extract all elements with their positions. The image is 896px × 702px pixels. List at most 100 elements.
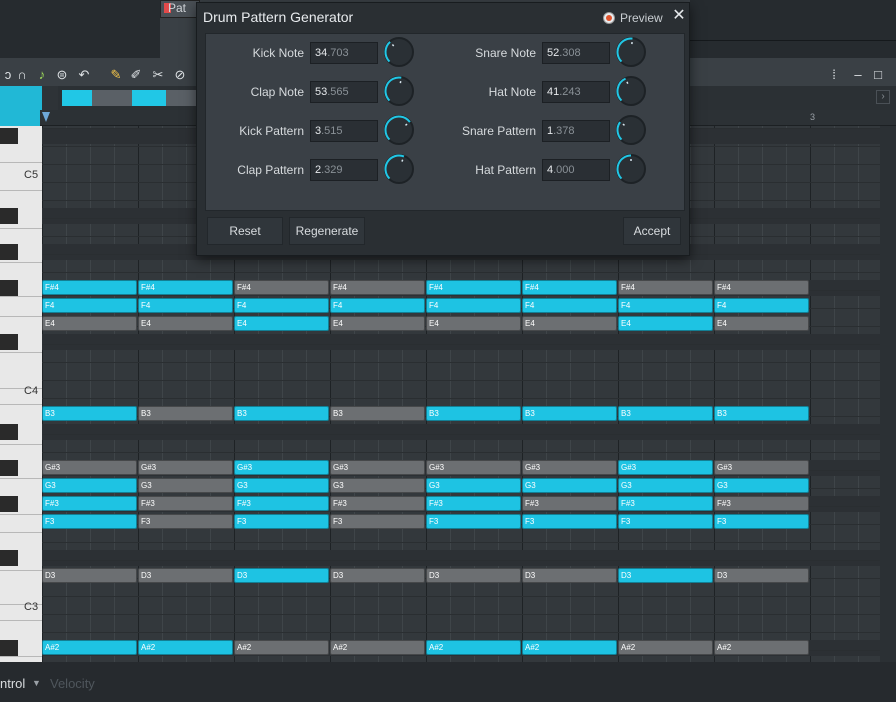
note-block[interactable]: G#3 (426, 460, 521, 475)
chevron-down-icon[interactable]: ▼ (32, 678, 41, 688)
note-block[interactable]: D3 (138, 568, 233, 583)
note-block[interactable]: F3 (234, 514, 329, 529)
note-block[interactable]: F4 (138, 298, 233, 313)
note-block[interactable]: D3 (714, 568, 809, 583)
param-knob[interactable] (616, 76, 646, 106)
note-block[interactable]: F4 (426, 298, 521, 313)
regenerate-button[interactable]: Regenerate (289, 217, 365, 245)
pencil-icon[interactable]: ✎ (108, 67, 124, 83)
note-block[interactable]: F3 (426, 514, 521, 529)
preview-toggle-icon[interactable] (603, 12, 615, 24)
note-block[interactable]: G#3 (234, 460, 329, 475)
note-icon[interactable]: ♪ (34, 67, 50, 83)
param-value-field[interactable]: 4.000 (542, 159, 610, 181)
param-value-field[interactable]: 2.329 (310, 159, 378, 181)
note-block[interactable]: F4 (330, 298, 425, 313)
menu-circle-icon[interactable]: ⊜ (54, 67, 70, 83)
note-block[interactable]: B3 (522, 406, 617, 421)
param-value-field[interactable]: 53.565 (310, 81, 378, 103)
note-block[interactable]: D3 (618, 568, 713, 583)
param-value-field[interactable]: 3.515 (310, 120, 378, 142)
param-value-field[interactable]: 34.703 (310, 42, 378, 64)
note-block[interactable]: F3 (522, 514, 617, 529)
black-key[interactable] (0, 424, 18, 440)
param-knob[interactable] (616, 115, 646, 145)
note-block[interactable]: F#4 (138, 280, 233, 295)
param-knob[interactable] (616, 154, 646, 184)
note-block[interactable]: G3 (522, 478, 617, 493)
note-block[interactable]: F3 (330, 514, 425, 529)
note-block[interactable]: F4 (234, 298, 329, 313)
note-block[interactable]: F#3 (426, 496, 521, 511)
note-block[interactable]: F3 (618, 514, 713, 529)
note-block[interactable]: F#4 (426, 280, 521, 295)
note-block[interactable]: G3 (138, 478, 233, 493)
note-block[interactable]: E4 (714, 316, 809, 331)
note-block[interactable]: B3 (138, 406, 233, 421)
pattern-overview[interactable] (58, 86, 198, 110)
note-block[interactable]: F#4 (42, 280, 137, 295)
mute-icon[interactable]: ⊘ (172, 67, 188, 83)
note-block[interactable]: A#2 (330, 640, 425, 655)
black-key[interactable] (0, 244, 18, 260)
note-block[interactable]: A#2 (618, 640, 713, 655)
black-key[interactable] (0, 280, 18, 296)
note-block[interactable]: F4 (618, 298, 713, 313)
piano-keyboard[interactable]: C5 C4 C3 (0, 126, 42, 662)
note-block[interactable]: F#3 (330, 496, 425, 511)
note-block[interactable]: F#3 (522, 496, 617, 511)
note-block[interactable]: A#2 (138, 640, 233, 655)
note-block[interactable]: F#3 (42, 496, 137, 511)
maximize-icon[interactable]: □ (870, 67, 886, 83)
param-knob[interactable] (384, 76, 414, 106)
note-block[interactable]: A#2 (426, 640, 521, 655)
playhead-marker-icon[interactable] (42, 112, 50, 122)
note-block[interactable]: D3 (42, 568, 137, 583)
magnet-icon[interactable]: ∩ (14, 67, 30, 83)
param-knob[interactable] (384, 154, 414, 184)
scroll-right-icon[interactable]: › (876, 90, 890, 104)
note-block[interactable]: D3 (522, 568, 617, 583)
note-block[interactable]: F4 (522, 298, 617, 313)
black-key[interactable] (0, 128, 18, 144)
note-block[interactable]: D3 (330, 568, 425, 583)
black-key[interactable] (0, 640, 18, 656)
note-block[interactable]: E4 (330, 316, 425, 331)
reset-button[interactable]: Reset (207, 217, 283, 245)
note-block[interactable]: F#4 (234, 280, 329, 295)
note-block[interactable]: G3 (42, 478, 137, 493)
note-block[interactable]: G#3 (618, 460, 713, 475)
note-block[interactable]: E4 (138, 316, 233, 331)
note-block[interactable]: B3 (426, 406, 521, 421)
black-key[interactable] (0, 496, 18, 512)
black-key[interactable] (0, 460, 18, 476)
black-key[interactable] (0, 334, 18, 350)
minimize-icon[interactable]: – (850, 67, 866, 83)
param-value-field[interactable]: 52.308 (542, 42, 610, 64)
note-block[interactable]: E4 (426, 316, 521, 331)
note-block[interactable]: G#3 (42, 460, 137, 475)
note-block[interactable]: F#3 (138, 496, 233, 511)
overview-bar[interactable] (62, 90, 196, 106)
note-block[interactable]: G3 (618, 478, 713, 493)
black-key[interactable] (0, 550, 18, 566)
note-block[interactable]: F#4 (714, 280, 809, 295)
note-block[interactable]: F#4 (330, 280, 425, 295)
note-block[interactable]: F#4 (522, 280, 617, 295)
snap-icon[interactable]: ⁞ (826, 67, 842, 83)
note-block[interactable]: F#3 (714, 496, 809, 511)
paint-icon[interactable]: ✐ (128, 67, 144, 83)
note-block[interactable]: F3 (42, 514, 137, 529)
black-key[interactable] (0, 208, 18, 224)
note-block[interactable]: B3 (330, 406, 425, 421)
note-block[interactable]: F#4 (618, 280, 713, 295)
note-block[interactable]: B3 (234, 406, 329, 421)
note-block[interactable]: F4 (42, 298, 137, 313)
param-value-field[interactable]: 1.378 (542, 120, 610, 142)
preview-label[interactable]: Preview (620, 11, 663, 25)
note-block[interactable]: F4 (714, 298, 809, 313)
note-block[interactable]: E4 (42, 316, 137, 331)
close-icon[interactable]: ✕ (671, 7, 687, 25)
param-value-field[interactable]: 41.243 (542, 81, 610, 103)
control-selector[interactable]: ntrol (0, 676, 25, 691)
